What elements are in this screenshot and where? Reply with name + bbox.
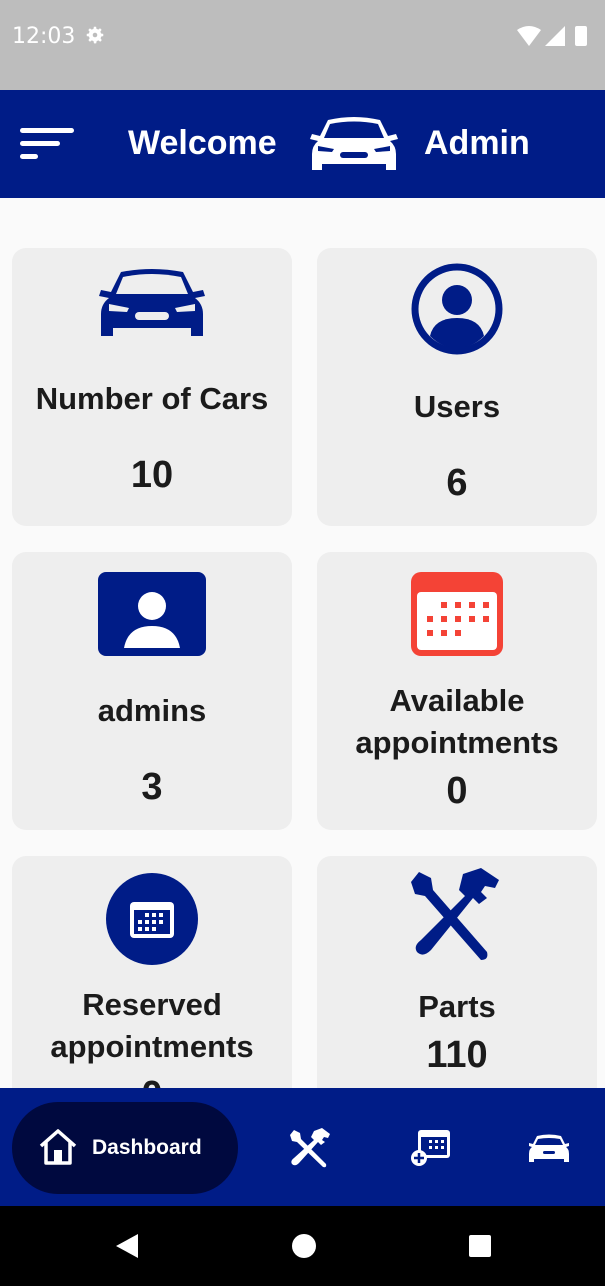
signal-icon <box>545 26 565 46</box>
bottom-nav: Dashboard <box>0 1088 605 1206</box>
admin-badge-icon <box>98 572 206 656</box>
status-icons <box>517 26 587 46</box>
header-welcome: Welcome <box>128 124 277 162</box>
car-icon <box>310 117 398 170</box>
card-label: Available appointments <box>355 683 559 760</box>
app-bar: Welcome Admin <box>0 90 605 198</box>
card-users[interactable]: Users 6 <box>317 248 597 526</box>
dashboard-grid: Number of Cars 10 Users 6 admins 3 Avail… <box>0 198 605 1088</box>
tools-icon[interactable] <box>290 1128 332 1168</box>
calendar-add-icon[interactable] <box>410 1128 452 1168</box>
tools-icon <box>411 868 499 960</box>
home-circle-icon[interactable] <box>291 1233 317 1259</box>
card-label: Parts <box>418 989 496 1024</box>
card-cars[interactable]: Number of Cars 10 <box>12 248 292 526</box>
nav-dashboard[interactable]: Dashboard <box>12 1102 238 1194</box>
header-admin: Admin <box>424 124 530 162</box>
menu-icon[interactable] <box>18 124 76 164</box>
card-label: admins <box>97 693 207 728</box>
home-icon <box>39 1129 77 1165</box>
card-parts[interactable]: Parts 110 <box>317 856 597 1088</box>
card-label: Users <box>413 389 501 424</box>
card-reserved-appointments[interactable]: Reserved appointments 0 <box>12 856 292 1088</box>
card-label: Reserved appointments <box>50 987 254 1064</box>
system-nav-bar <box>0 1206 605 1286</box>
card-admins[interactable]: admins 3 <box>12 552 292 830</box>
recents-icon[interactable] <box>468 1234 492 1258</box>
card-label: Number of Cars <box>35 381 269 416</box>
car-icon[interactable] <box>528 1128 570 1168</box>
card-value: 3 <box>141 766 163 808</box>
status-time: 12:03 <box>12 24 76 49</box>
calendar-circle-icon <box>106 873 198 965</box>
battery-icon <box>575 26 587 46</box>
card-value: 0 <box>12 1074 292 1088</box>
card-available-appointments[interactable]: Available appointments 0 <box>317 552 597 830</box>
user-circle-icon <box>411 263 503 355</box>
card-value: 0 <box>446 770 468 812</box>
wifi-icon <box>517 26 541 46</box>
car-icon <box>99 269 205 336</box>
status-bar: 12:03 <box>0 0 605 90</box>
nav-dashboard-label: Dashboard <box>92 1136 202 1159</box>
calendar-icon <box>411 572 503 656</box>
settings-icon <box>86 26 104 44</box>
back-icon[interactable] <box>114 1232 140 1260</box>
card-value: 110 <box>426 1034 488 1076</box>
card-value: 10 <box>130 454 174 496</box>
card-value: 6 <box>446 462 468 504</box>
